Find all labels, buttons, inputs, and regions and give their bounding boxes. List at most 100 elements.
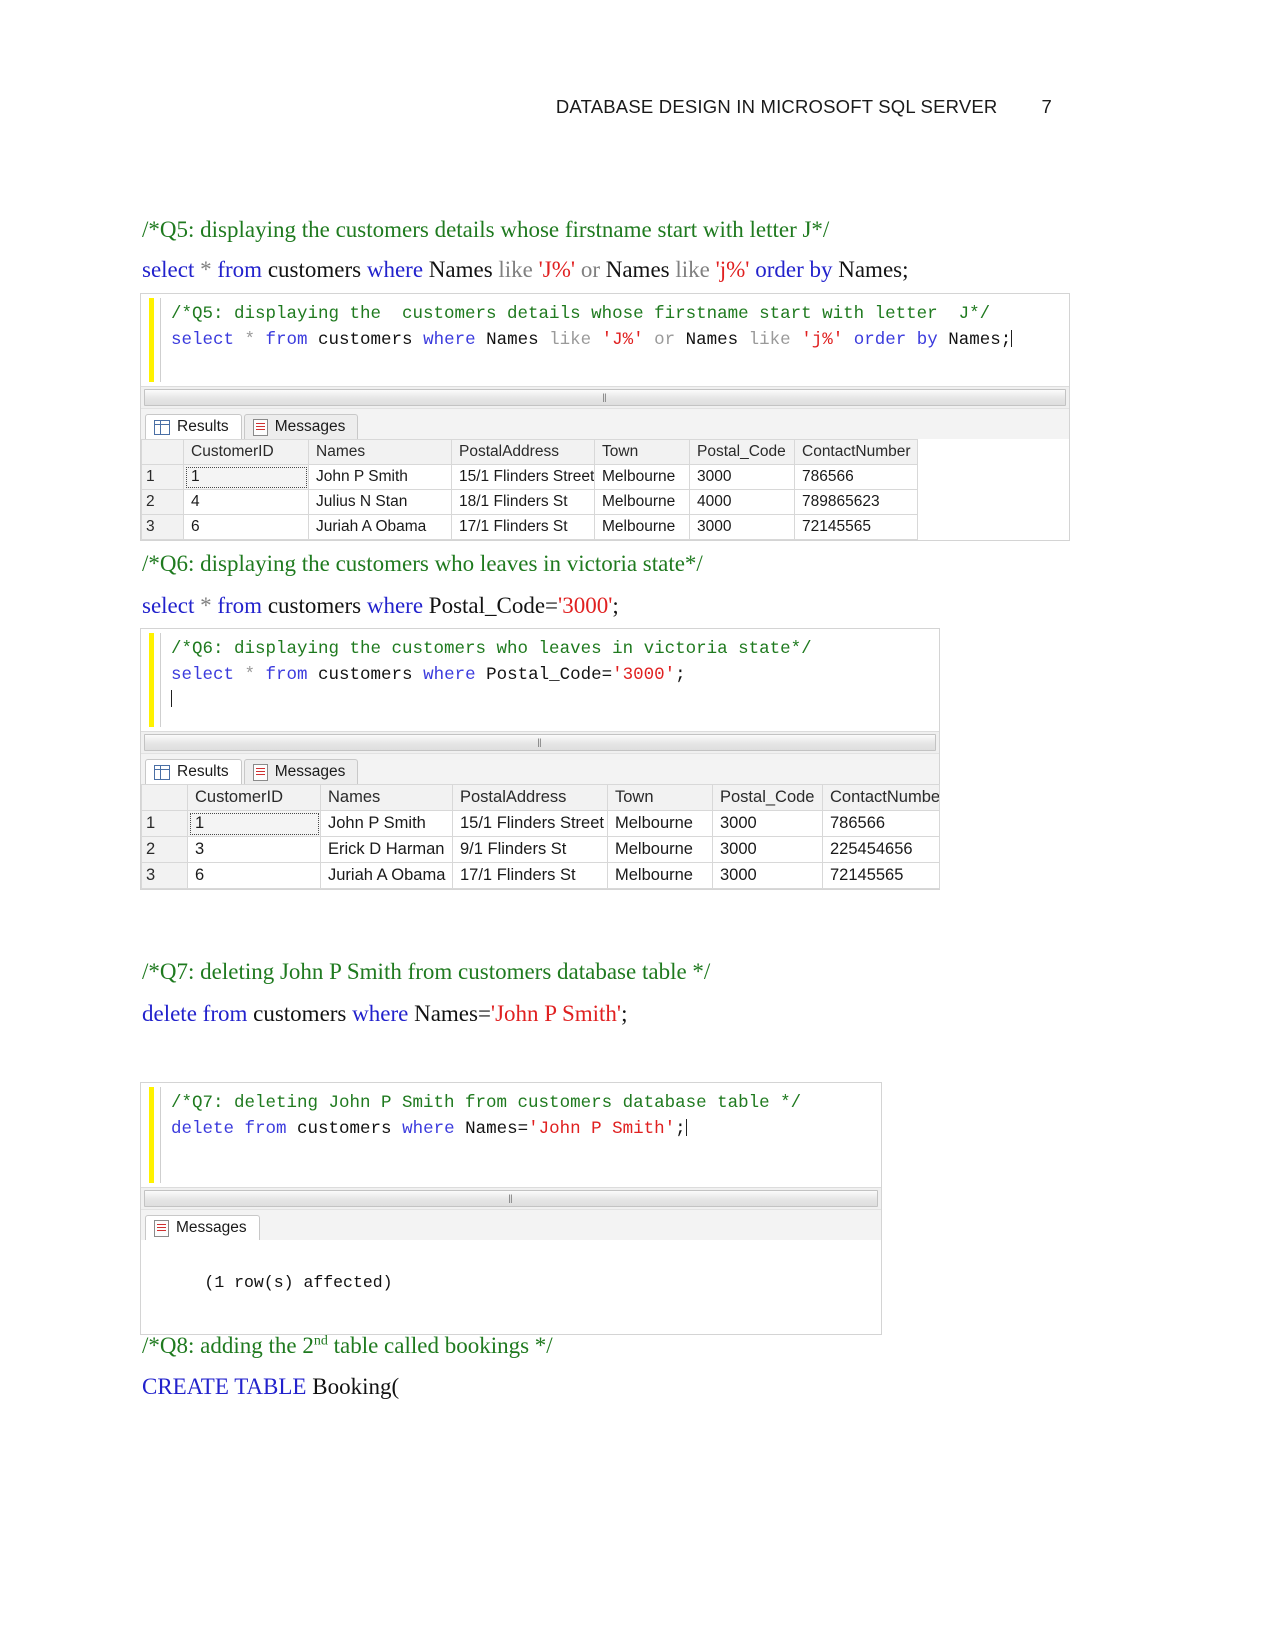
cell-contactnumber[interactable]: 789865623 — [794, 489, 918, 515]
q7-editor-hscrollbar[interactable]: ‖ — [141, 1187, 881, 1209]
grid-col-town[interactable]: Town — [594, 439, 690, 465]
grid-col-town[interactable]: Town — [607, 784, 713, 811]
cell-town[interactable]: Melbourne — [607, 810, 713, 837]
text-caret — [685, 1118, 687, 1136]
cell-postaladdress[interactable]: 9/1 Flinders St — [452, 836, 608, 863]
q8-sql-line: CREATE TABLE Booking( — [142, 1374, 399, 1399]
tab-results-label: Results — [177, 763, 229, 780]
q5-query-editor[interactable]: /*Q5: displaying the customers details w… — [141, 294, 1069, 386]
cell-postaladdress[interactable]: 15/1 Flinders Street — [452, 810, 608, 837]
q6-kw-from: from — [217, 593, 263, 618]
cell-customerid[interactable]: 6 — [187, 862, 321, 889]
cell-town[interactable]: Melbourne — [594, 514, 690, 540]
cell-names[interactable]: John P Smith — [308, 464, 452, 490]
document-page: DATABASE DESIGN IN MICROSOFT SQL SERVER … — [0, 0, 1275, 1651]
q5-kw-like-2: like — [675, 257, 710, 282]
grid-header-row: CustomerID Names PostalAddress Town Post… — [141, 784, 940, 811]
cell-names[interactable]: Julius N Stan — [308, 489, 452, 515]
cell-postalcode[interactable]: 3000 — [712, 862, 823, 889]
grid-col-postalcode[interactable]: Postal_Code — [689, 439, 795, 465]
table-row[interactable]: 2 4 Julius N Stan 18/1 Flinders St Melbo… — [141, 489, 918, 515]
cell-postaladdress[interactable]: 17/1 Flinders St — [452, 862, 608, 889]
cell-contactnumber[interactable]: 72145565 — [794, 514, 918, 540]
cell-contactnumber[interactable]: 786566 — [822, 810, 940, 837]
grid-col-contactnumber[interactable]: ContactNumber — [794, 439, 918, 465]
tab-messages[interactable]: Messages — [243, 414, 359, 439]
cell-customerid[interactable]: 6 — [183, 514, 309, 540]
q5-star: * — [200, 257, 212, 282]
row-number[interactable]: 3 — [141, 514, 184, 540]
table-row[interactable]: 3 6 Juriah A Obama 17/1 Flinders St Melb… — [141, 862, 940, 889]
cell-contactnumber[interactable]: 786566 — [794, 464, 918, 490]
grid-col-postaladdress[interactable]: PostalAddress — [451, 439, 595, 465]
q5-col-names-3: Names; — [838, 257, 909, 282]
cell-names[interactable]: Juriah A Obama — [308, 514, 452, 540]
q5-editor-hscrollbar[interactable]: ‖ — [141, 386, 1069, 408]
grid-col-names[interactable]: Names — [308, 439, 452, 465]
messages-icon — [154, 1219, 169, 1237]
q5-results-grid[interactable]: CustomerID Names PostalAddress Town Post… — [141, 439, 918, 540]
header-title: DATABASE DESIGN IN MICROSOFT SQL SERVER — [555, 96, 998, 117]
cell-town[interactable]: Melbourne — [607, 836, 713, 863]
grid-col-postaladdress[interactable]: PostalAddress — [452, 784, 608, 811]
tab-results[interactable]: Results — [145, 759, 242, 784]
grid-col-customerid[interactable]: CustomerID — [183, 439, 309, 465]
q6-semicolon: ; — [612, 593, 619, 618]
cell-contactnumber[interactable]: 225454656 — [822, 836, 940, 863]
q5-table: customers — [267, 257, 362, 282]
gutter-divider — [160, 1087, 161, 1183]
q6-kw-select: select — [142, 593, 195, 618]
cell-customerid[interactable]: 1 — [183, 464, 309, 490]
q6-query-editor[interactable]: /*Q6: displaying the customers who leave… — [141, 629, 939, 731]
cell-postaladdress[interactable]: 18/1 Flinders St — [451, 489, 595, 515]
q5-kw-or: or — [580, 257, 600, 282]
grid-col-customerid[interactable]: CustomerID — [187, 784, 321, 811]
q7-value: 'John P Smith' — [490, 1001, 622, 1026]
tab-messages-label: Messages — [274, 763, 346, 780]
tab-messages[interactable]: Messages — [145, 1215, 260, 1240]
row-number[interactable]: 3 — [141, 862, 188, 889]
cell-town[interactable]: Melbourne — [594, 489, 690, 515]
q5-col-names-1: Names — [428, 257, 493, 282]
q7-query-editor[interactable]: /*Q7: deleting John P Smith from custome… — [141, 1083, 881, 1187]
cell-postalcode[interactable]: 3000 — [689, 514, 795, 540]
grid-col-postalcode[interactable]: Postal_Code — [712, 784, 823, 811]
cell-postalcode[interactable]: 4000 — [689, 489, 795, 515]
cell-customerid[interactable]: 1 — [187, 810, 321, 837]
cell-town[interactable]: Melbourne — [607, 862, 713, 889]
table-row[interactable]: 2 3 Erick D Harman 9/1 Flinders St Melbo… — [141, 836, 940, 863]
q7-messages-output: (1 row(s) affected) — [141, 1240, 881, 1334]
cell-names[interactable]: Erick D Harman — [320, 836, 453, 863]
row-number[interactable]: 2 — [141, 489, 184, 515]
cell-town[interactable]: Melbourne — [594, 464, 690, 490]
tab-results[interactable]: Results — [145, 414, 242, 439]
cell-postalcode[interactable]: 3000 — [712, 810, 823, 837]
q6-editor-line-1: /*Q6: displaying the customers who leave… — [171, 639, 812, 659]
cell-postaladdress[interactable]: 15/1 Flinders Street — [451, 464, 595, 490]
q7-kw-from: from — [202, 1001, 248, 1026]
table-row[interactable]: 1 1 John P Smith 15/1 Flinders Street Me… — [141, 464, 918, 490]
row-number[interactable]: 2 — [141, 836, 188, 863]
tab-messages[interactable]: Messages — [243, 759, 359, 784]
cell-names[interactable]: Juriah A Obama — [320, 862, 453, 889]
tab-results-label: Results — [177, 418, 229, 435]
q6-ssms-screenshot: /*Q6: displaying the customers who leave… — [140, 628, 940, 890]
cell-postaladdress[interactable]: 17/1 Flinders St — [451, 514, 595, 540]
table-row[interactable]: 1 1 John P Smith 15/1 Flinders Street Me… — [141, 810, 940, 837]
cell-customerid[interactable]: 3 — [187, 836, 321, 863]
table-row[interactable]: 3 6 Juriah A Obama 17/1 Flinders St Melb… — [141, 514, 918, 540]
grid-col-contactnumber[interactable]: ContactNumber — [822, 784, 940, 811]
q7-ssms-screenshot: /*Q7: deleting John P Smith from custome… — [140, 1082, 882, 1335]
row-number[interactable]: 1 — [141, 464, 184, 490]
cell-postalcode[interactable]: 3000 — [689, 464, 795, 490]
cell-customerid[interactable]: 4 — [183, 489, 309, 515]
cell-postalcode[interactable]: 3000 — [712, 836, 823, 863]
cell-names[interactable]: John P Smith — [320, 810, 453, 837]
q6-editor-line-2: select * from customers where Postal_Cod… — [171, 664, 686, 685]
q6-results-grid[interactable]: CustomerID Names PostalAddress Town Post… — [141, 784, 940, 889]
cell-contactnumber[interactable]: 72145565 — [822, 862, 940, 889]
grid-col-names[interactable]: Names — [320, 784, 453, 811]
q7-table: customers — [253, 1001, 347, 1026]
q6-editor-hscrollbar[interactable]: ‖ — [141, 731, 939, 753]
row-number[interactable]: 1 — [141, 810, 188, 837]
